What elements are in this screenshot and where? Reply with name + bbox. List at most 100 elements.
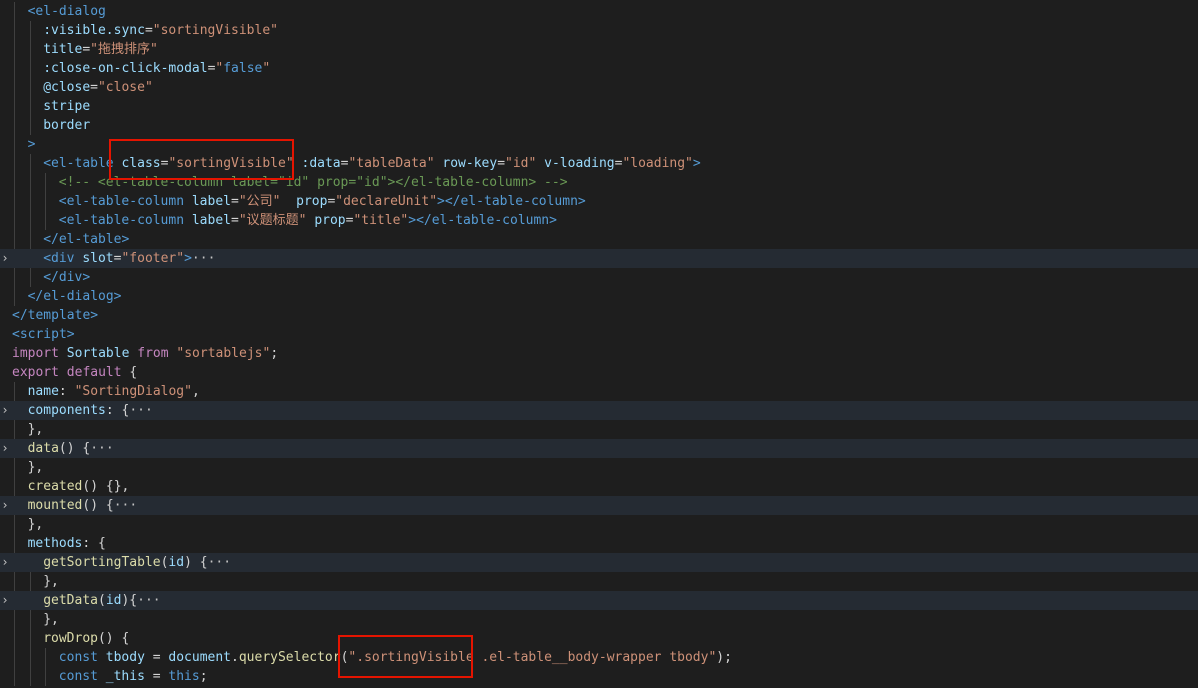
code-token: : {	[82, 536, 106, 551]
code-token: const	[58, 669, 98, 684]
code-line[interactable]: import Sortable from "sortablejs";	[0, 344, 1198, 363]
code-token: :	[58, 384, 75, 399]
code-line[interactable]: created() {},	[0, 477, 1198, 496]
code-line[interactable]: <el-table-column label="公司" prop="declar…	[0, 192, 1198, 211]
code-token: "title"	[353, 213, 409, 228]
code-token: ···	[113, 498, 138, 513]
code-text: rowDrop() {	[43, 629, 129, 648]
highlight-box-selector	[338, 635, 473, 678]
code-text: getData(id){···	[43, 591, 160, 610]
code-text: const _this = this;	[59, 667, 208, 686]
code-text: :close-on-click-modal="false"	[43, 59, 270, 78]
code-token: "议题标题"	[238, 213, 307, 228]
code-line[interactable]: </template>	[0, 306, 1198, 325]
code-token: {	[121, 365, 138, 380]
code-line[interactable]: › data() {···	[0, 439, 1198, 458]
code-line[interactable]: › components: {···	[0, 401, 1198, 420]
code-token: getSortingTable	[43, 555, 161, 570]
code-line[interactable]: <el-table-column label="议题标题" prop="titl…	[0, 211, 1198, 230]
code-token: "footer"	[121, 251, 185, 266]
code-line[interactable]: rowDrop() {	[0, 629, 1198, 648]
code-token: () {	[97, 631, 130, 646]
code-line[interactable]: @close="close"	[0, 78, 1198, 97]
chevron-right-icon[interactable]: ›	[0, 401, 10, 420]
code-token: },	[27, 422, 44, 437]
code-token: =	[497, 156, 506, 171]
code-line[interactable]: const _this = this;	[0, 667, 1198, 686]
code-line[interactable]: },	[0, 420, 1198, 439]
code-line[interactable]: },	[0, 458, 1198, 477]
chevron-right-icon[interactable]: ›	[0, 496, 10, 515]
code-token: row-key	[442, 156, 498, 171]
code-token: const	[58, 650, 98, 665]
code-token: ···	[191, 251, 216, 266]
code-line[interactable]: :visible.sync="sortingVisible"	[0, 21, 1198, 40]
code-token: rowDrop	[43, 631, 98, 646]
code-token: .	[231, 650, 239, 665]
code-token: data	[27, 441, 59, 456]
code-token: =	[90, 80, 98, 95]
code-line[interactable]: border	[0, 116, 1198, 135]
code-text: export default {	[12, 363, 137, 382]
code-editor[interactable]: <el-dialog :visible.sync="sortingVisible"…	[0, 0, 1198, 688]
code-line[interactable]: const tbody = document.querySelector(".s…	[0, 648, 1198, 667]
code-line[interactable]: </el-table>	[0, 230, 1198, 249]
code-line[interactable]: },	[0, 515, 1198, 534]
code-token: "declareUnit"	[335, 194, 438, 209]
code-token: created	[27, 479, 83, 494]
code-text: data() {···	[28, 439, 114, 458]
code-line[interactable]: methods: {	[0, 534, 1198, 553]
code-line[interactable]: },	[0, 610, 1198, 629]
code-token: "sortablejs"	[176, 346, 271, 361]
code-token: ></el-table-column>	[408, 213, 557, 228]
code-token: name	[27, 384, 59, 399]
chevron-right-icon[interactable]: ›	[0, 553, 10, 572]
code-token: "tableData"	[348, 156, 435, 171]
code-line[interactable]: <script>	[0, 325, 1198, 344]
code-token: <el-table-column	[58, 194, 185, 209]
code-token: =	[144, 669, 169, 684]
code-line[interactable]: export default {	[0, 363, 1198, 382]
code-token: tbody	[105, 650, 145, 665]
chevron-right-icon[interactable]: ›	[0, 591, 10, 610]
code-line[interactable]: name: "SortingDialog",	[0, 382, 1198, 401]
chevron-right-icon[interactable]: ›	[0, 439, 10, 458]
code-token: default	[66, 365, 122, 380]
code-token: _this	[105, 669, 145, 684]
code-token: methods	[27, 536, 83, 551]
code-line[interactable]: › getData(id){···	[0, 591, 1198, 610]
code-token: "拖拽排序"	[90, 42, 158, 57]
code-token: getData	[43, 593, 98, 608]
code-token: this	[168, 669, 200, 684]
code-token: >	[27, 137, 36, 152]
code-text: :visible.sync="sortingVisible"	[43, 21, 278, 40]
code-line[interactable]: </el-dialog>	[0, 287, 1198, 306]
chevron-right-icon[interactable]: ›	[0, 249, 10, 268]
code-line[interactable]: :close-on-click-modal="false"	[0, 59, 1198, 78]
code-text: </el-table>	[43, 230, 129, 249]
code-text: },	[43, 610, 59, 629]
code-line[interactable]: › getSortingTable(id) {···	[0, 553, 1198, 572]
code-text: created() {},	[28, 477, 130, 496]
code-token: ></el-table-column>	[437, 194, 586, 209]
code-text: mounted() {···	[28, 496, 138, 515]
code-token: ···	[137, 593, 161, 608]
code-line[interactable]: <el-dialog	[0, 2, 1198, 21]
code-line[interactable]: },	[0, 572, 1198, 591]
code-token: <el-dialog	[27, 4, 106, 19]
code-token: document	[168, 650, 232, 665]
code-token: ···	[129, 403, 153, 418]
code-token: "公司"	[238, 194, 281, 209]
code-token: querySelector	[238, 650, 341, 665]
code-token: Sortable	[66, 346, 130, 361]
code-line[interactable]: stripe	[0, 97, 1198, 116]
code-line[interactable]: </div>	[0, 268, 1198, 287]
code-token: stripe	[43, 99, 91, 114]
code-token: (	[97, 593, 106, 608]
code-line[interactable]: › <div slot="footer">···	[0, 249, 1198, 268]
code-text: <div slot="footer">···	[43, 249, 215, 268]
code-line[interactable]: title="拖拽排序"	[0, 40, 1198, 59]
code-line[interactable]: › mounted() {···	[0, 496, 1198, 515]
